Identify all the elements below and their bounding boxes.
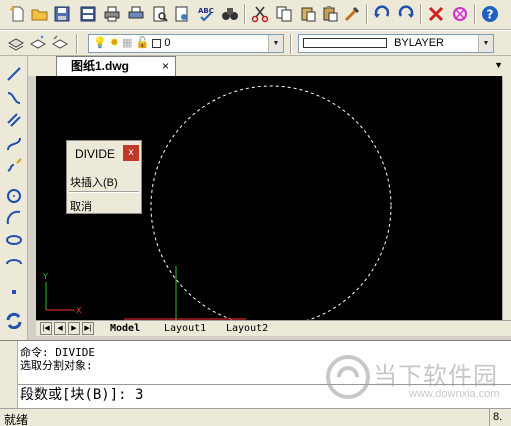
undo-icon[interactable] [372, 4, 392, 24]
vertical-scrollbar[interactable] [502, 76, 511, 320]
linetype-swatch-icon [303, 38, 387, 49]
revcloud-icon[interactable] [4, 156, 24, 176]
redo-icon[interactable] [396, 4, 416, 24]
coordinate-readout: 8. [489, 409, 511, 426]
chevron-down-icon[interactable]: ▼ [478, 35, 493, 52]
help-icon[interactable]: ? [480, 4, 500, 24]
open-file-icon[interactable] [30, 4, 50, 24]
toolbar-separator [366, 4, 368, 24]
toolbar-separator [244, 4, 246, 24]
new-file-icon[interactable] [8, 4, 28, 24]
line-icon[interactable] [4, 64, 24, 84]
block-insert-option[interactable]: 块插入(B) [70, 174, 118, 190]
ucs-icon[interactable] [4, 310, 24, 330]
layer-state-icon[interactable] [28, 33, 48, 53]
close-icon[interactable]: × [162, 57, 169, 75]
svg-text:Y: Y [42, 272, 48, 281]
color-swatch-icon [152, 38, 162, 48]
watermark: 当下软件园 www.downxia.com [325, 352, 511, 408]
command-history-line: 命令: DIVIDE [20, 346, 95, 359]
save-as-icon[interactable] [78, 4, 98, 24]
toolbar-separator [420, 4, 422, 24]
chevron-down-icon[interactable]: ▼ [268, 35, 283, 52]
standard-toolbar: ABC ? [0, 0, 511, 30]
watermark-url: www.downxia.com [409, 388, 500, 400]
toolbar-separator [474, 4, 476, 24]
print-icon[interactable] [102, 4, 122, 24]
lock-icon: 🔓 [135, 37, 150, 49]
ucs-icon: Y X [42, 272, 82, 315]
sun-icon: ✸ [109, 37, 119, 49]
match-properties-icon[interactable] [342, 4, 362, 24]
erase-icon[interactable] [426, 4, 446, 24]
watermark-title: 当下软件园 [373, 363, 498, 390]
tab-model[interactable]: Model [110, 321, 140, 336]
page-setup-icon[interactable] [172, 4, 192, 24]
lightbulb-icon: 💡 [93, 37, 107, 49]
next-tab-button[interactable]: ▶ [68, 322, 80, 335]
toolbar-separator [290, 34, 292, 54]
layers-toolbar: 💡 ✸ ▦ 🔓 0 ▼ BYLAYER ▼ [0, 30, 511, 56]
arc-icon[interactable] [4, 208, 24, 228]
layout-tab-bar: |◀ ◀ ▶ ▶| Model Layout1 Layout2 [36, 320, 511, 336]
save-icon[interactable] [52, 4, 72, 24]
linetype-dropdown[interactable]: BYLAYER ▼ [298, 34, 494, 53]
prev-tab-button[interactable]: ◀ [54, 322, 66, 335]
cut-icon[interactable] [250, 4, 270, 24]
polyline-icon[interactable] [4, 88, 24, 108]
ellipse-arc-icon[interactable] [4, 252, 24, 272]
ellipse-icon[interactable] [4, 230, 24, 250]
layer-manager-icon[interactable] [6, 33, 26, 53]
point-icon[interactable] [4, 282, 24, 302]
dashed-circle [150, 85, 392, 320]
document-tab-bar: 图纸1.dwg × ▼ [28, 56, 511, 76]
cancel-option[interactable]: 取消 [70, 198, 92, 214]
find-icon[interactable] [220, 4, 240, 24]
last-tab-button[interactable]: ▶| [82, 322, 94, 335]
divide-popup: DIVIDE x 块插入(B) 取消 [66, 140, 142, 214]
copy-icon[interactable] [274, 4, 294, 24]
tab-layout2[interactable]: Layout2 [226, 321, 268, 336]
layer-dropdown[interactable]: 💡 ✸ ▦ 🔓 0 ▼ [88, 34, 284, 53]
layer-name: 0 [164, 37, 171, 49]
layer-previous-icon[interactable] [50, 33, 70, 53]
document-title: 图纸1.dwg [71, 59, 130, 73]
plot-icon[interactable] [126, 4, 146, 24]
tab-layout1[interactable]: Layout1 [164, 321, 206, 336]
paste-icon[interactable] [320, 4, 340, 24]
circle-icon[interactable] [4, 186, 24, 206]
popup-divider [69, 191, 139, 193]
tab-menu-icon[interactable]: ▼ [494, 60, 503, 70]
linetype-name: BYLAYER [394, 37, 444, 49]
first-tab-button[interactable]: |◀ [40, 322, 52, 335]
svg-text:X: X [76, 306, 82, 315]
toolbar-separator [76, 34, 78, 54]
spell-check-icon[interactable]: ABC [196, 4, 216, 24]
status-bar: 就绪 8. [0, 408, 511, 426]
copy-clip-icon[interactable] [298, 4, 318, 24]
popup-close-button[interactable]: x [123, 145, 139, 161]
command-history-line: 选取分割对象: [20, 359, 93, 372]
watermark-logo-icon [326, 355, 370, 399]
freeze-viewport-icon: ▦ [122, 37, 133, 49]
svg-text:?: ? [487, 8, 494, 22]
multiline-icon[interactable] [4, 110, 24, 130]
command-grip[interactable] [0, 341, 18, 409]
purge-icon[interactable] [450, 4, 470, 24]
popup-title: DIVIDE [75, 147, 116, 161]
draw-toolbar [0, 56, 28, 340]
status-text: 就绪 [4, 413, 29, 426]
print-preview-icon[interactable] [150, 4, 170, 24]
spline-icon[interactable] [4, 134, 24, 154]
document-tab[interactable]: 图纸1.dwg × [56, 56, 176, 76]
